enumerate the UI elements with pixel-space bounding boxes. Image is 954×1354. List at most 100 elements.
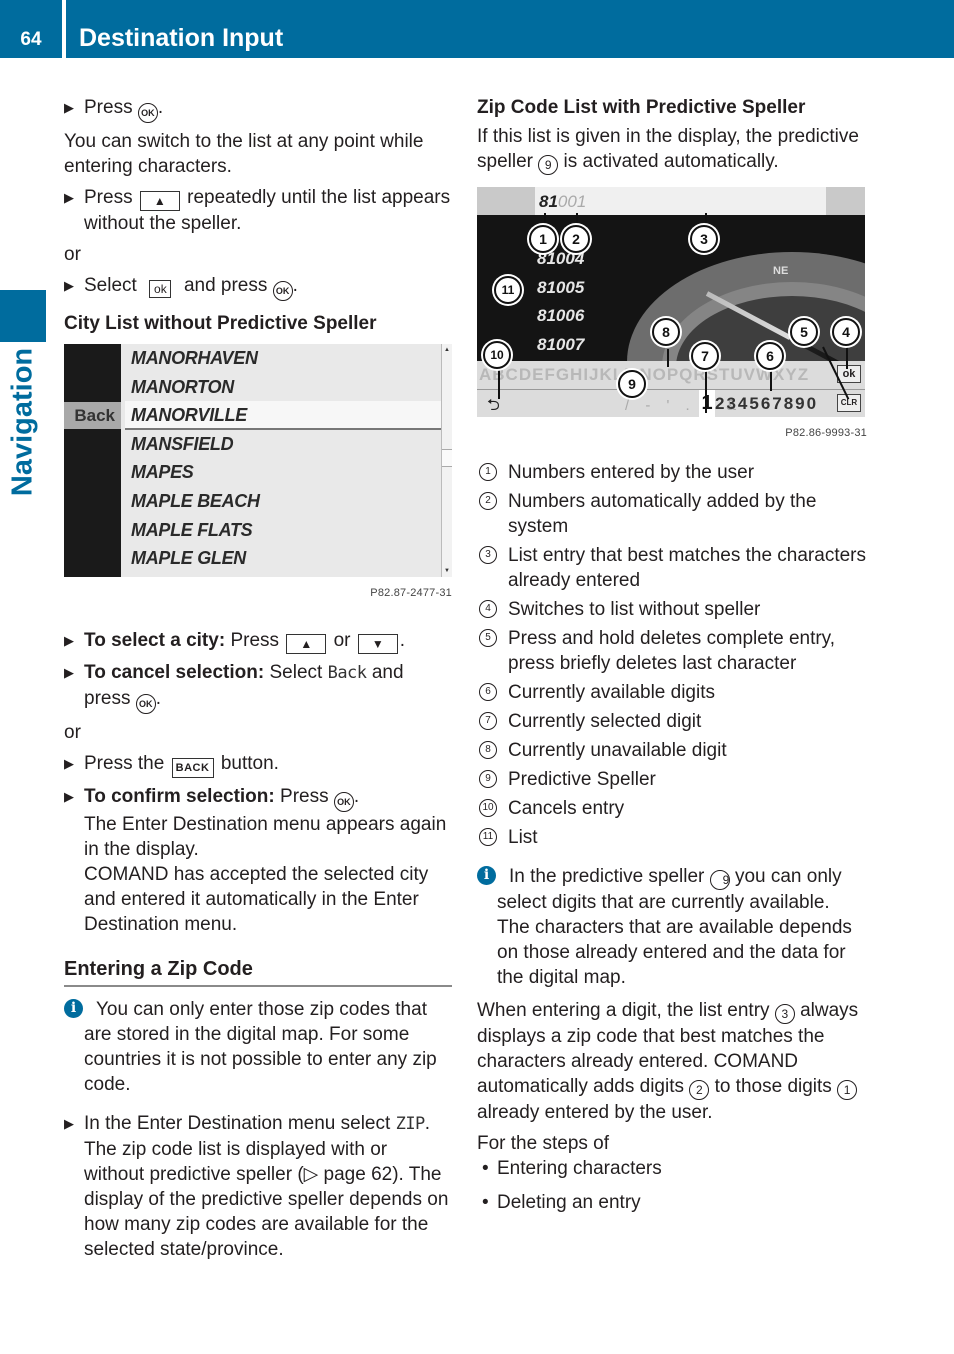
- side-tab-marker: [0, 290, 46, 342]
- city-list-item: MANORTON: [131, 376, 234, 397]
- city-list-item: MAPLE BEACH: [131, 490, 260, 511]
- step-confirm-selection: ▶ To confirm selection: Press OK. The En…: [64, 786, 447, 935]
- legend-text: Currently unavailable digit: [508, 740, 727, 761]
- city-list-item: MANORHAVEN: [131, 348, 258, 368]
- digit-entry-paragraph: When entering a digit, the list entry 3 …: [477, 1000, 859, 1123]
- legend-item: 11 List: [477, 825, 867, 850]
- legend-text: Press and hold deletes complete entry, p…: [508, 628, 836, 674]
- legend-number-icon: 8: [479, 741, 497, 759]
- callout-1: 1: [529, 225, 557, 253]
- switch-note: You can switch to the list at any point …: [64, 131, 424, 177]
- zip-list-heading: Zip Code List with Predictive Speller: [477, 97, 806, 118]
- step-press-ok: ▶ Press OK.: [64, 95, 452, 123]
- callout-3: 3: [690, 225, 718, 253]
- legend-number-icon: 7: [479, 712, 497, 730]
- legend-number-icon: 5: [479, 629, 497, 647]
- header-divider: [62, 0, 66, 58]
- speller-keyboard: ABCDEFGHIJKLMNOPQRSTUVWXYZ ok ⮌ / - ' . …: [477, 361, 865, 417]
- step-arrow-icon: ▶: [64, 100, 74, 115]
- callout-11: 11: [494, 276, 522, 304]
- clr-softkey: CLR: [837, 394, 861, 412]
- step-select-zip: ▶ In the Enter Destination menu select Z…: [64, 1113, 449, 1260]
- side-tab: Navigation: [0, 342, 46, 502]
- scroll-up-icon: ▲: [444, 347, 450, 353]
- steps-bullet-list: Entering characters Deleting an entry: [477, 1156, 867, 1215]
- legend-item: 8 Currently unavailable digit: [477, 738, 867, 763]
- legend-item: 4 Switches to list without speller: [477, 597, 867, 622]
- screen-left-bar: [64, 344, 121, 577]
- ok-softkey-icon: ok: [149, 280, 172, 298]
- bullet-item: Entering characters: [477, 1156, 867, 1181]
- legend-text: Cancels entry: [508, 798, 625, 819]
- step-arrow-icon: ▶: [64, 1116, 74, 1131]
- legend-number-icon: 9: [479, 770, 497, 788]
- legend-number-icon: 3: [479, 546, 497, 564]
- legend-item: 1 Numbers entered by the user: [477, 460, 867, 485]
- legend-number-icon: 11: [479, 828, 497, 846]
- step-select-city: ▶ To select a city: Press ▲ or ▼.: [64, 628, 452, 654]
- city-list-item: MANSFIELD: [131, 433, 234, 454]
- zip-list-item: 81005: [537, 277, 585, 297]
- ok-button-icon: OK: [333, 792, 354, 812]
- legend-item: 6 Currently available digits: [477, 680, 867, 705]
- right-column: Zip Code List with Predictive Speller If…: [477, 95, 867, 1224]
- page-title: Destination Input: [79, 24, 284, 52]
- page-number: 64: [20, 29, 42, 50]
- callout-8: 8: [652, 318, 680, 346]
- side-tab-label: Navigation: [6, 347, 39, 497]
- down-key-icon: ▼: [357, 634, 398, 654]
- back-key-icon: BACK: [171, 758, 214, 778]
- step-select-ok: ▶ Select ok and press OK.: [64, 273, 452, 301]
- user-digits: 81: [539, 192, 558, 211]
- or-text: or: [64, 244, 81, 265]
- scroll-down-icon: ▼: [444, 568, 450, 574]
- city-list-item: MAPLE GLEN: [131, 548, 247, 569]
- callout-ref-2: 2: [689, 1080, 710, 1100]
- step-arrow-icon: ▶: [64, 633, 74, 648]
- legend-text: Numbers automatically added by the syste…: [508, 491, 817, 537]
- callout-ref-9: 9: [538, 155, 559, 175]
- compass-ne-label: NE: [773, 265, 789, 277]
- callout-ref-1: 1: [837, 1080, 858, 1100]
- callout-6: 6: [756, 342, 784, 370]
- callout-7: 7: [691, 342, 719, 370]
- speller-digits-row: ⮌ / - ' . , & 1 234567890 CLR: [477, 390, 865, 417]
- callout-5: 5: [790, 318, 818, 346]
- page-header: 64 Destination Input: [0, 0, 954, 58]
- figure-code: P82.87-2477-31: [370, 587, 452, 599]
- step-arrow-icon: ▶: [64, 278, 74, 293]
- zip-code-list: 81004 81005 81006 81007: [537, 245, 584, 359]
- scroll-thumb: [442, 449, 452, 467]
- callout-ref-9: 9: [709, 870, 730, 890]
- figure-code: P82.86-9993-31: [785, 427, 867, 439]
- legend-text: List: [508, 827, 538, 848]
- callout-4: 4: [832, 318, 860, 346]
- callout-10: 10: [483, 341, 511, 369]
- step-press-back: ▶ Press the BACK button.: [64, 751, 452, 778]
- legend-item: 2 Numbers automatically added by the syst…: [477, 489, 867, 539]
- zip-list-item: 81006: [537, 306, 585, 325]
- or-text: or: [64, 722, 81, 743]
- steps-intro: For the steps of: [477, 1133, 610, 1154]
- legend-text: Predictive Speller: [508, 769, 656, 790]
- available-digits: 234567890: [715, 394, 819, 413]
- legend-number-icon: 10: [479, 799, 497, 817]
- legend-number-icon: 2: [479, 492, 497, 510]
- ok-button-icon: OK: [137, 103, 158, 123]
- legend-text: Numbers entered by the user: [508, 462, 755, 483]
- callout-leader: [498, 369, 500, 399]
- callout-leader: [667, 349, 669, 367]
- step-arrow-icon: ▶: [64, 789, 74, 804]
- scrollbar: ▲ ▼: [441, 344, 452, 577]
- zip-list-intro: If this list is given in the display, th…: [477, 124, 867, 175]
- zip-section-heading: Entering a Zip Code: [64, 957, 452, 987]
- legend-item: 5 Press and hold deletes complete entry, …: [477, 626, 867, 676]
- callout-leader: [770, 369, 772, 391]
- legend-number-icon: 6: [479, 683, 497, 701]
- legend-text: Currently available digits: [508, 682, 715, 703]
- step-arrow-icon: ▶: [64, 756, 74, 771]
- info-icon: i: [64, 999, 83, 1018]
- callout-leader: [846, 347, 848, 369]
- legend-item: 9 Predictive Speller: [477, 767, 867, 792]
- legend-text: List entry that best matches the charact…: [508, 545, 867, 591]
